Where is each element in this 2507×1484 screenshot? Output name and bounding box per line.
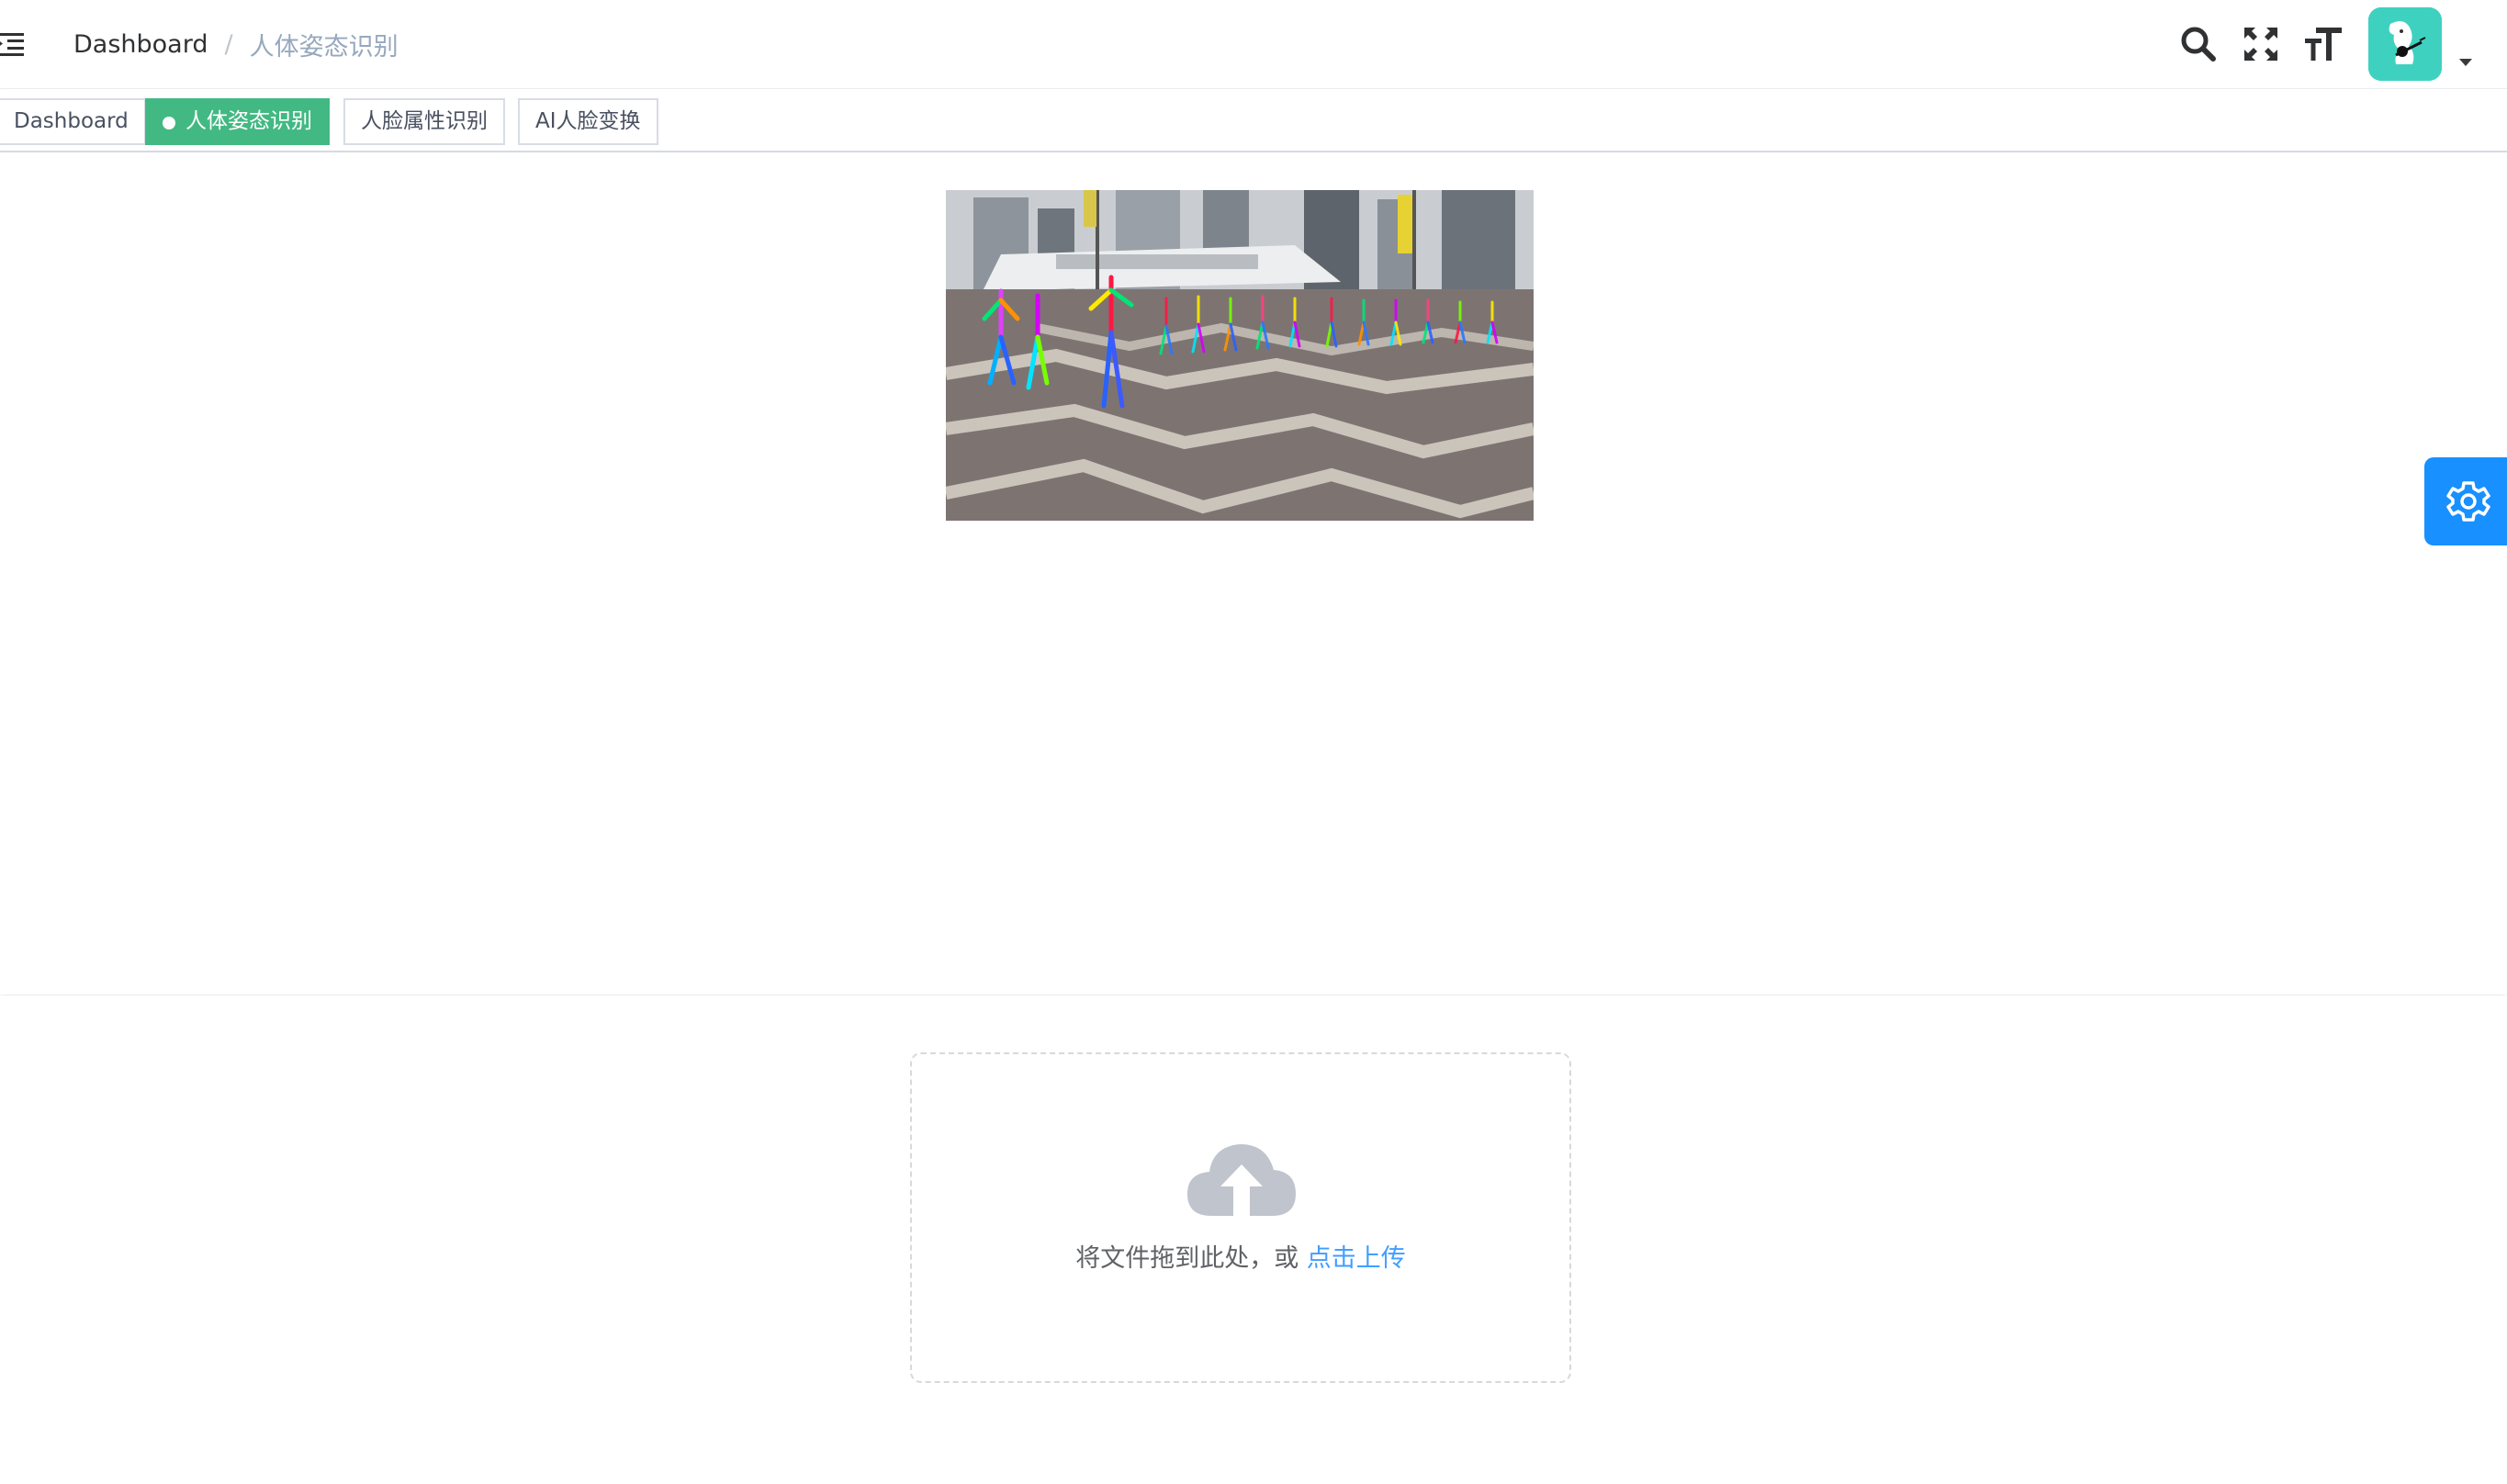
avatar-image [2368,7,2442,81]
breadcrumb-root[interactable]: Dashboard [73,30,208,59]
fullscreen-icon[interactable] [2241,24,2281,64]
search-icon[interactable] [2178,24,2219,64]
caret-down-icon[interactable] [2459,59,2472,66]
upload-hint-text: 将文件拖到此处，或 [1075,1244,1299,1273]
upload-dragger[interactable]: 将文件拖到此处，或 点击上传 [910,1052,1571,1383]
text-size-icon[interactable] [2303,24,2344,64]
breadcrumb-separator: / [224,29,233,59]
settings-button[interactable] [2424,457,2507,545]
tag-face-attributes[interactable]: 人脸属性识别 [343,98,505,145]
upload-link[interactable]: 点击上传 [1307,1244,1406,1273]
gear-icon [2446,481,2490,522]
avatar[interactable] [2368,7,2442,81]
breadcrumb-current: 人体姿态识别 [249,32,399,62]
tag-pose-recognition[interactable]: 人体姿态识别 [145,98,330,145]
upload-hint: 将文件拖到此处，或 点击上传 [912,1238,1569,1274]
tags-view: Dashboard 人体姿态识别 人脸属性识别 AI人脸变换 [0,89,2507,152]
breadcrumb: Dashboard / 人体姿态识别 [73,26,399,62]
cloud-upload-icon [1187,1144,1296,1216]
pose-result-image [946,190,1534,521]
hamburger-icon[interactable] [0,31,28,59]
tag-dashboard[interactable]: Dashboard [0,98,146,145]
navbar: Dashboard / 人体姿态识别 [0,0,2507,89]
tag-ai-face-swap[interactable]: AI人脸变换 [518,98,658,145]
